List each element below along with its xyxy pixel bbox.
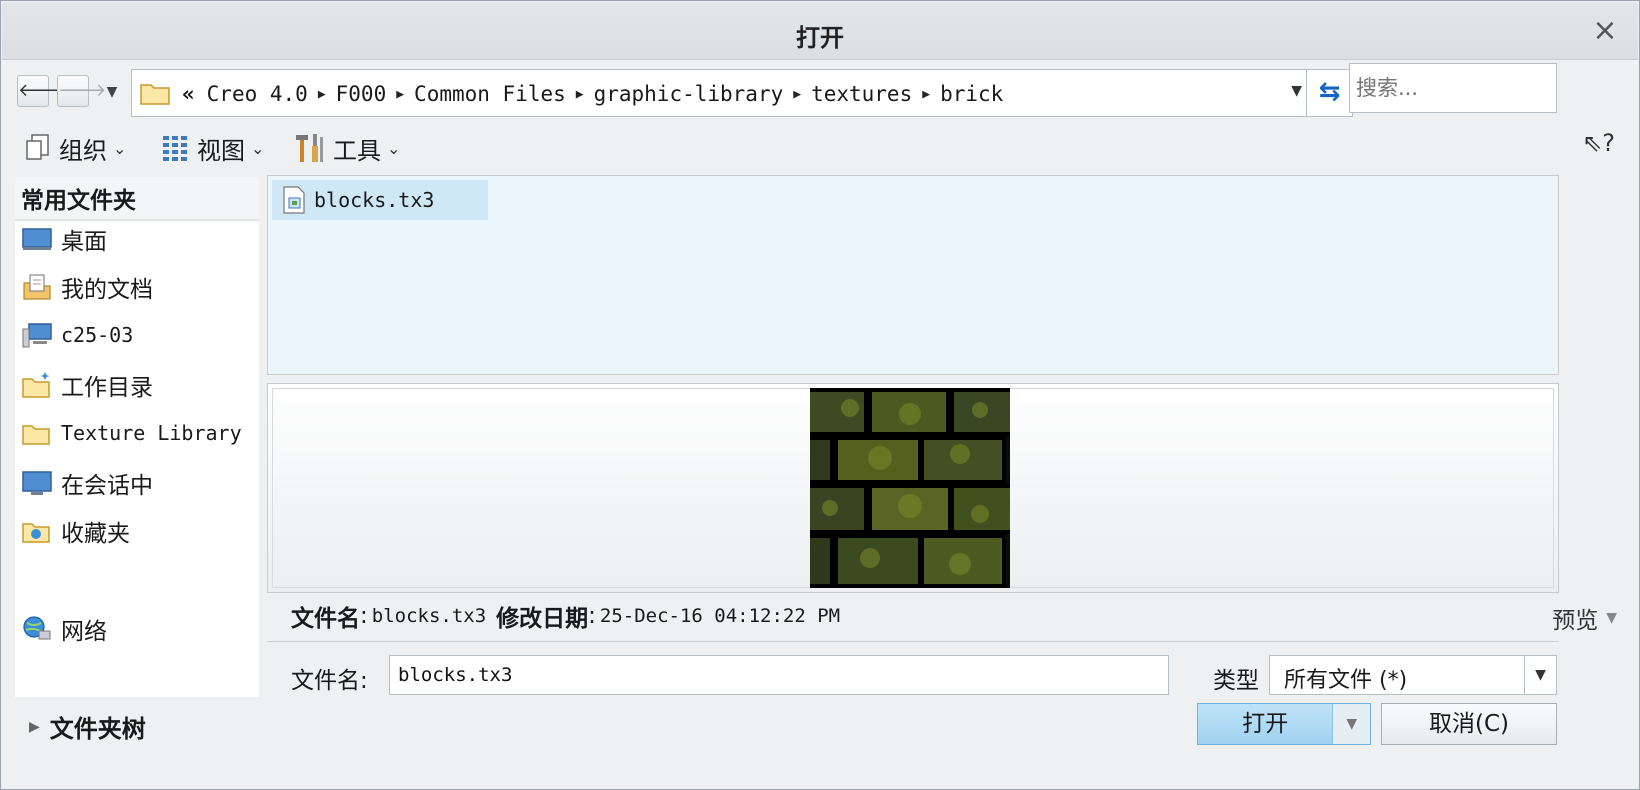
network-icon bbox=[23, 616, 51, 640]
open-button-label[interactable]: 打开 bbox=[1198, 704, 1332, 744]
refresh-icon[interactable]: ⇆ bbox=[1306, 70, 1352, 116]
breadcrumb-graphic-library[interactable]: graphic-library bbox=[588, 82, 790, 106]
texture-preview-image bbox=[810, 388, 1010, 588]
chevron-down-icon: ⌄ bbox=[251, 138, 265, 158]
breadcrumb-separator-icon[interactable]: ▶ bbox=[392, 87, 408, 102]
sidebar-item-computer[interactable]: c25-03 bbox=[21, 315, 133, 355]
preview-toggle-label: 预览 bbox=[1552, 608, 1599, 634]
list-item[interactable]: blocks.tx3 bbox=[272, 180, 488, 220]
tools-menu-button[interactable]: 工具 ⌄ bbox=[293, 129, 400, 167]
whats-this-help-icon[interactable]: ⇖? bbox=[1582, 129, 1615, 157]
chevron-down-icon: ⌄ bbox=[113, 138, 127, 158]
preview-toggle[interactable]: 预览 ▼ bbox=[1552, 601, 1617, 635]
divider bbox=[267, 641, 1559, 642]
view-grid-icon bbox=[163, 136, 187, 161]
sidebar-item-working-directory[interactable]: 工作目录 bbox=[21, 365, 153, 405]
tools-icon bbox=[296, 134, 323, 162]
sidebar-item-label: 桌面 bbox=[61, 229, 107, 255]
folder-icon bbox=[140, 84, 170, 105]
modified-date-value: 25-Dec-16 04:12:22 PM bbox=[599, 605, 841, 627]
open-options-chevron-down-icon[interactable]: ▼ bbox=[1332, 704, 1370, 744]
search-input[interactable] bbox=[1349, 63, 1557, 113]
file-type-select[interactable]: 所有文件 (*) ▼ bbox=[1269, 655, 1557, 695]
chevron-down-icon: ▼ bbox=[1606, 610, 1617, 626]
sidebar-item-desktop[interactable]: 桌面 bbox=[21, 219, 107, 259]
file-type-label: 类型 bbox=[1213, 668, 1259, 694]
folder-icon bbox=[22, 425, 50, 445]
sidebar-item-label: 收藏夹 bbox=[61, 521, 130, 547]
recent-locations-chevron-down-icon[interactable]: ▼ bbox=[101, 81, 123, 103]
close-icon[interactable]: × bbox=[1590, 16, 1620, 46]
filename-info-key: 文件名 bbox=[291, 606, 360, 632]
sidebar-item-label: Texture Library bbox=[61, 421, 242, 445]
preview-pane bbox=[267, 383, 1559, 593]
forward-arrow-icon[interactable]: 🡒 bbox=[57, 75, 106, 107]
organize-icon bbox=[26, 134, 49, 160]
sidebar-item-label: 网络 bbox=[61, 619, 107, 645]
sidebar-item-label: 工作目录 bbox=[61, 375, 153, 401]
toolbar: 组织 ⌄ 视图 ⌄ 工具 ⌄ ⇖? bbox=[21, 125, 1619, 171]
computer-icon bbox=[22, 323, 52, 348]
texture-file-icon bbox=[283, 186, 305, 214]
sidebar: 常用文件夹 桌面 我的文档 c25-03 工作目录 Texture Librar… bbox=[15, 177, 259, 697]
chevron-down-icon: ⌄ bbox=[387, 138, 401, 158]
file-name: blocks.tx3 bbox=[314, 188, 435, 212]
folder-tree-toggle[interactable]: ▶ 文件夹树 bbox=[29, 709, 146, 744]
cancel-button[interactable]: 取消(C) bbox=[1381, 703, 1557, 745]
breadcrumb-separator-icon[interactable]: ▶ bbox=[314, 87, 330, 102]
file-list[interactable]: blocks.tx3 bbox=[267, 175, 1559, 375]
sidebar-item-texture-library[interactable]: Texture Library bbox=[21, 413, 242, 453]
breadcrumb-brick[interactable]: brick bbox=[934, 82, 1009, 106]
sidebar-item-label: c25-03 bbox=[61, 323, 134, 347]
breadcrumb-separator-icon[interactable]: ▶ bbox=[918, 87, 934, 102]
folder-tree-label: 文件夹树 bbox=[49, 715, 146, 743]
filename-info-value: blocks.tx3 bbox=[371, 605, 487, 627]
back-arrow-icon[interactable]: 🡐 bbox=[17, 75, 66, 107]
address-bar[interactable]: « Creo 4.0 ▶ F000 ▶ Common Files ▶ graph… bbox=[131, 69, 1353, 117]
file-type-value: 所有文件 (*) bbox=[1284, 668, 1408, 693]
breadcrumb-creo[interactable]: Creo 4.0 bbox=[201, 82, 314, 106]
view-label: 视图 bbox=[197, 136, 245, 165]
desktop-icon bbox=[22, 228, 52, 250]
favorites-icon bbox=[22, 523, 50, 543]
breadcrumb-common-files[interactable]: Common Files bbox=[408, 82, 572, 106]
sidebar-item-my-documents[interactable]: 我的文档 bbox=[21, 267, 153, 307]
sidebar-item-in-session[interactable]: 在会话中 bbox=[21, 463, 153, 503]
working-directory-icon bbox=[22, 372, 50, 398]
expand-triangle-icon: ▶ bbox=[29, 718, 40, 735]
documents-icon bbox=[23, 274, 51, 300]
common-folders-header: 常用文件夹 bbox=[15, 177, 259, 221]
sidebar-item-label: 在会话中 bbox=[61, 473, 153, 499]
dialog-title: 打开 bbox=[796, 24, 844, 52]
sidebar-item-favorites[interactable]: 收藏夹 bbox=[21, 511, 130, 551]
tools-label: 工具 bbox=[333, 136, 381, 165]
breadcrumb-textures[interactable]: textures bbox=[805, 82, 918, 106]
breadcrumb-separator-icon[interactable]: ▶ bbox=[572, 87, 588, 102]
session-icon bbox=[22, 471, 52, 495]
chevron-down-icon[interactable]: ▼ bbox=[1524, 656, 1556, 694]
view-menu-button[interactable]: 视图 ⌄ bbox=[161, 129, 264, 167]
open-file-dialog: 打开 × 🡐 🡒 ▼ « Creo 4.0 ▶ F000 ▶ Common Fi… bbox=[0, 0, 1640, 790]
open-button[interactable]: 打开 ▼ bbox=[1197, 703, 1371, 745]
modified-date-key: 修改日期 bbox=[496, 606, 589, 632]
breadcrumb-separator-icon[interactable]: ▶ bbox=[789, 87, 805, 102]
organize-label: 组织 bbox=[59, 136, 107, 165]
sidebar-item-label: 我的文档 bbox=[61, 277, 153, 303]
organize-menu-button[interactable]: 组织 ⌄ bbox=[23, 129, 126, 167]
breadcrumb-overflow[interactable]: « bbox=[182, 82, 201, 106]
filename-field[interactable] bbox=[389, 655, 1169, 695]
file-info-line: 文件名 : blocks.tx3 修改日期 : 25-Dec-16 04:12:… bbox=[291, 599, 850, 633]
title-bar: 打开 × bbox=[2, 2, 1638, 60]
breadcrumb: « Creo 4.0 ▶ F000 ▶ Common Files ▶ graph… bbox=[182, 80, 1009, 108]
sidebar-item-network[interactable]: 网络 bbox=[21, 609, 107, 649]
filename-label: 文件名: bbox=[291, 668, 368, 694]
breadcrumb-f000[interactable]: F000 bbox=[330, 82, 393, 106]
address-history-chevron-down-icon[interactable]: ▼ bbox=[1291, 83, 1302, 99]
